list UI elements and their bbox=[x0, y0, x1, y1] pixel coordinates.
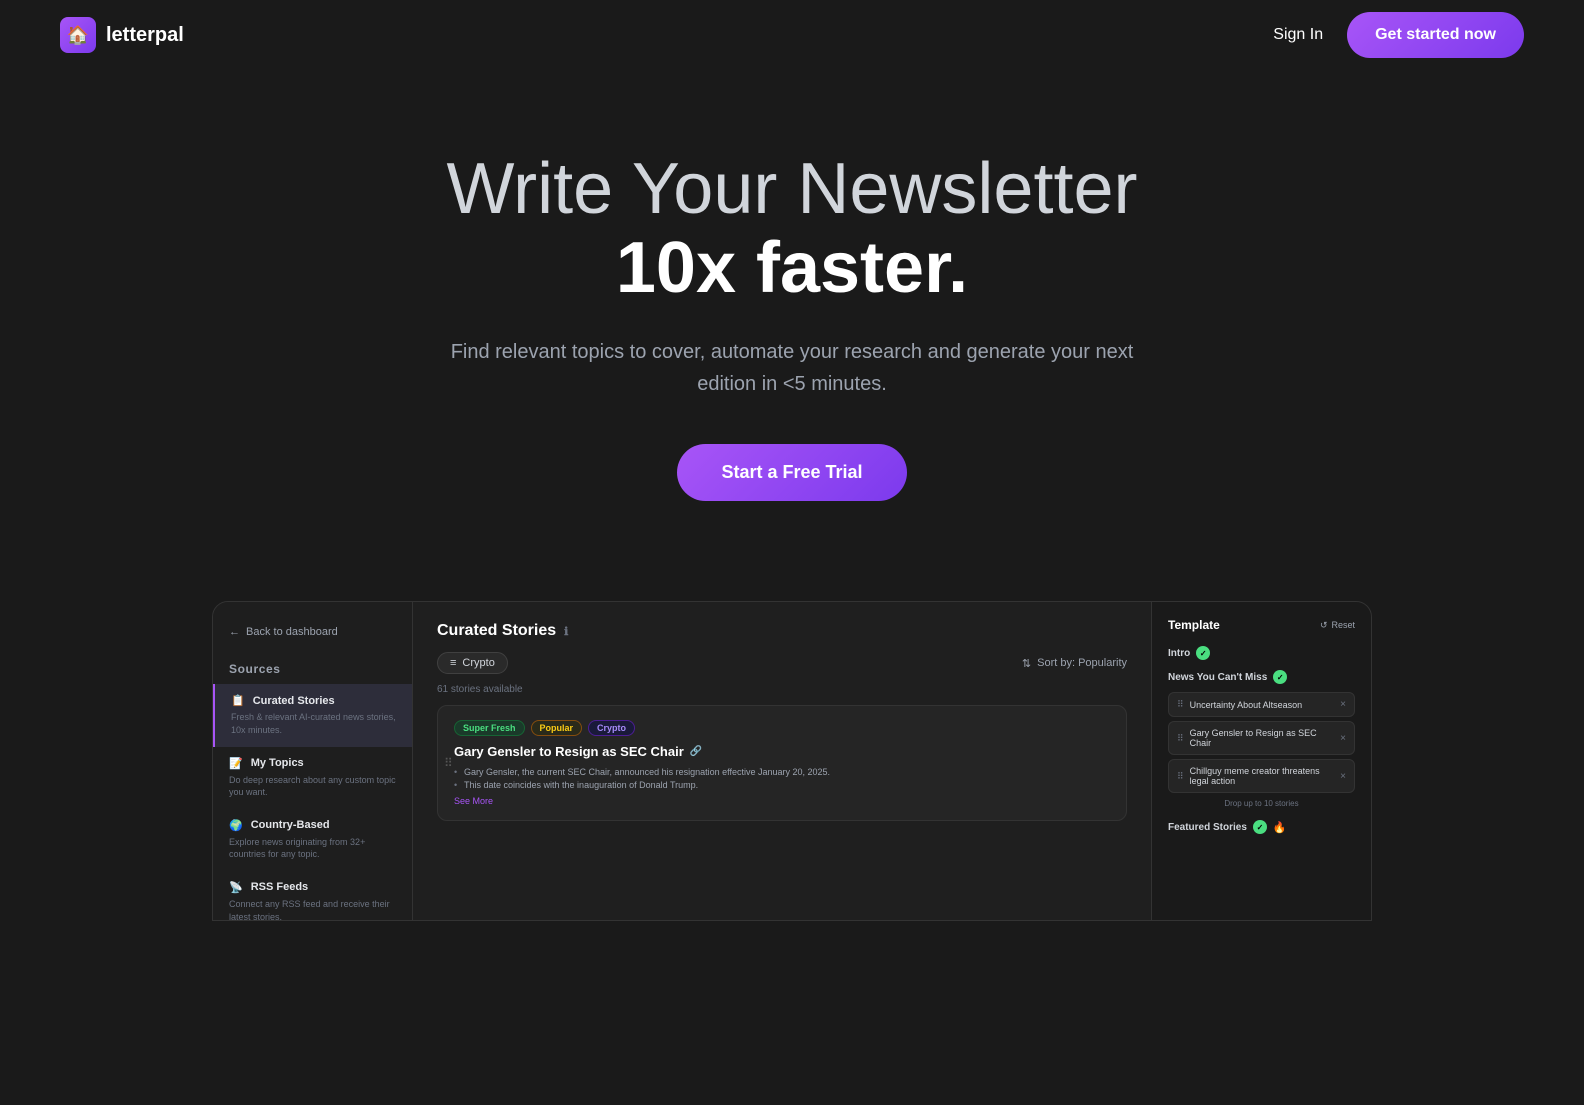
template-header: Template ↺ Reset bbox=[1168, 618, 1355, 632]
sort-label: Sort by: Popularity bbox=[1037, 657, 1127, 669]
template-item-2-text: Gary Gensler to Resign as SEC Chair bbox=[1190, 728, 1341, 748]
hero-title-line2: 10x faster. bbox=[40, 229, 1544, 308]
intro-label: Intro ✓ bbox=[1168, 646, 1355, 660]
stories-count: 61 stories available bbox=[437, 684, 1127, 695]
curated-stories-label: Curated Stories bbox=[253, 695, 335, 707]
drag-handle-icon[interactable]: ⠿ bbox=[444, 756, 453, 770]
story-bullet-2: This date coincides with the inauguratio… bbox=[454, 780, 1110, 790]
story-title-text: Gary Gensler to Resign as SEC Chair bbox=[454, 744, 684, 759]
curated-stories-icon: 📋 bbox=[231, 694, 245, 707]
tag-popular: Popular bbox=[531, 720, 583, 736]
section-title-text: Curated Stories bbox=[437, 622, 556, 640]
my-topics-icon: 📝 bbox=[229, 757, 243, 770]
story-title: Gary Gensler to Resign as SEC Chair 🔗 bbox=[454, 744, 1110, 759]
logo-icon: 🏠 bbox=[60, 17, 96, 53]
featured-label-text: Featured Stories bbox=[1168, 822, 1247, 833]
filter-crypto-tag[interactable]: ≡ Crypto bbox=[437, 652, 508, 674]
rss-feeds-label: RSS Feeds bbox=[251, 881, 308, 893]
template-item-3-text: Chillguy meme creator threatens legal ac… bbox=[1190, 766, 1341, 786]
reset-button[interactable]: ↺ Reset bbox=[1320, 620, 1355, 631]
sort-button[interactable]: ⇅ Sort by: Popularity bbox=[1022, 657, 1127, 670]
remove-item-2-button[interactable]: × bbox=[1340, 733, 1346, 744]
filter-tag-label: Crypto bbox=[462, 657, 494, 669]
logo-text: letterpal bbox=[106, 24, 184, 47]
country-based-label: Country-Based bbox=[251, 819, 330, 831]
curated-stories-desc: Fresh & relevant AI-curated news stories… bbox=[231, 711, 396, 736]
remove-item-3-button[interactable]: × bbox=[1340, 771, 1346, 782]
dashboard-preview: ← Back to dashboard Sources 📋 Curated St… bbox=[152, 601, 1432, 921]
featured-label: Featured Stories ✓ 🔥 bbox=[1168, 820, 1355, 834]
my-topics-label: My Topics bbox=[251, 757, 304, 769]
back-link-text: Back to dashboard bbox=[246, 626, 338, 638]
sign-in-button[interactable]: Sign In bbox=[1273, 26, 1323, 44]
story-card: ⠿ Super Fresh Popular Crypto Gary Gensle… bbox=[437, 705, 1127, 821]
story-link-icon: 🔗 bbox=[690, 746, 702, 757]
right-panel: Template ↺ Reset Intro ✓ News You Can't … bbox=[1151, 602, 1371, 920]
my-topics-desc: Do deep research about any custom topic … bbox=[229, 774, 396, 799]
nav-actions: Sign In Get started now bbox=[1273, 12, 1524, 58]
sidebar-item-my-topics[interactable]: 📝 My Topics Do deep research about any c… bbox=[213, 747, 412, 809]
hero-title: Write Your Newsletter 10x faster. bbox=[40, 150, 1544, 308]
template-title: Template bbox=[1168, 618, 1220, 632]
template-item-3[interactable]: ⠿ Chillguy meme creator threatens legal … bbox=[1168, 759, 1355, 793]
country-based-desc: Explore news originating from 32+ countr… bbox=[229, 836, 396, 861]
section-title: Curated Stories ℹ bbox=[437, 622, 568, 640]
rss-feeds-icon: 📡 bbox=[229, 881, 243, 894]
get-started-button[interactable]: Get started now bbox=[1347, 12, 1524, 58]
logo: 🏠 letterpal bbox=[60, 17, 184, 53]
sources-header: Sources bbox=[213, 654, 412, 684]
drag-item-icon-2: ⠿ bbox=[1177, 733, 1184, 744]
start-trial-button[interactable]: Start a Free Trial bbox=[677, 444, 906, 501]
featured-check-icon: ✓ bbox=[1253, 820, 1267, 834]
sidebar: ← Back to dashboard Sources 📋 Curated St… bbox=[213, 602, 413, 920]
info-icon: ℹ bbox=[564, 625, 568, 638]
fire-icon: 🔥 bbox=[1273, 821, 1287, 834]
template-item-2[interactable]: ⠿ Gary Gensler to Resign as SEC Chair × bbox=[1168, 721, 1355, 755]
dashboard-container: ← Back to dashboard Sources 📋 Curated St… bbox=[212, 601, 1372, 921]
intro-check-icon: ✓ bbox=[1196, 646, 1210, 660]
hero-subtitle: Find relevant topics to cover, automate … bbox=[442, 336, 1142, 400]
drag-item-icon-3: ⠿ bbox=[1177, 771, 1184, 782]
main-header: Curated Stories ℹ bbox=[437, 622, 1127, 640]
template-item-1-text: Uncertainty About Altseason bbox=[1190, 700, 1303, 710]
main-content: Curated Stories ℹ ≡ Crypto ⇅ Sort by: Po… bbox=[413, 602, 1151, 920]
filter-bar: ≡ Crypto ⇅ Sort by: Popularity bbox=[437, 652, 1127, 674]
intro-text: Intro bbox=[1168, 648, 1190, 659]
tag-super-fresh: Super Fresh bbox=[454, 720, 525, 736]
tag-crypto: Crypto bbox=[588, 720, 635, 736]
back-arrow-icon: ← bbox=[229, 626, 240, 638]
hero-section: Write Your Newsletter 10x faster. Find r… bbox=[0, 70, 1584, 561]
reset-label: Reset bbox=[1331, 620, 1355, 630]
remove-item-1-button[interactable]: × bbox=[1340, 699, 1346, 710]
drop-hint: Drop up to 10 stories bbox=[1168, 799, 1355, 808]
back-link[interactable]: ← Back to dashboard bbox=[213, 618, 412, 646]
news-check-icon: ✓ bbox=[1273, 670, 1287, 684]
story-tags: Super Fresh Popular Crypto bbox=[454, 720, 1110, 736]
news-section-text: News You Can't Miss bbox=[1168, 672, 1267, 683]
hero-title-line1: Write Your Newsletter bbox=[40, 150, 1544, 229]
story-bullets: Gary Gensler, the current SEC Chair, ann… bbox=[454, 767, 1110, 790]
filter-list-icon: ≡ bbox=[450, 657, 456, 669]
drag-item-icon-1: ⠿ bbox=[1177, 699, 1184, 710]
country-based-icon: 🌍 bbox=[229, 819, 243, 832]
story-bullet-1: Gary Gensler, the current SEC Chair, ann… bbox=[454, 767, 1110, 777]
template-item-1[interactable]: ⠿ Uncertainty About Altseason × bbox=[1168, 692, 1355, 717]
navbar: 🏠 letterpal Sign In Get started now bbox=[0, 0, 1584, 70]
rss-feeds-desc: Connect any RSS feed and receive their l… bbox=[229, 898, 396, 921]
sort-icon: ⇅ bbox=[1022, 657, 1031, 670]
sidebar-item-country-based[interactable]: 🌍 Country-Based Explore news originating… bbox=[213, 809, 412, 871]
sidebar-item-curated-stories[interactable]: 📋 Curated Stories Fresh & relevant AI-cu… bbox=[213, 684, 412, 746]
news-section-label: News You Can't Miss ✓ bbox=[1168, 670, 1355, 684]
see-more-link[interactable]: See More bbox=[454, 796, 1110, 806]
sidebar-item-rss-feeds[interactable]: 📡 RSS Feeds Connect any RSS feed and rec… bbox=[213, 871, 412, 921]
reset-icon: ↺ bbox=[1320, 620, 1328, 631]
